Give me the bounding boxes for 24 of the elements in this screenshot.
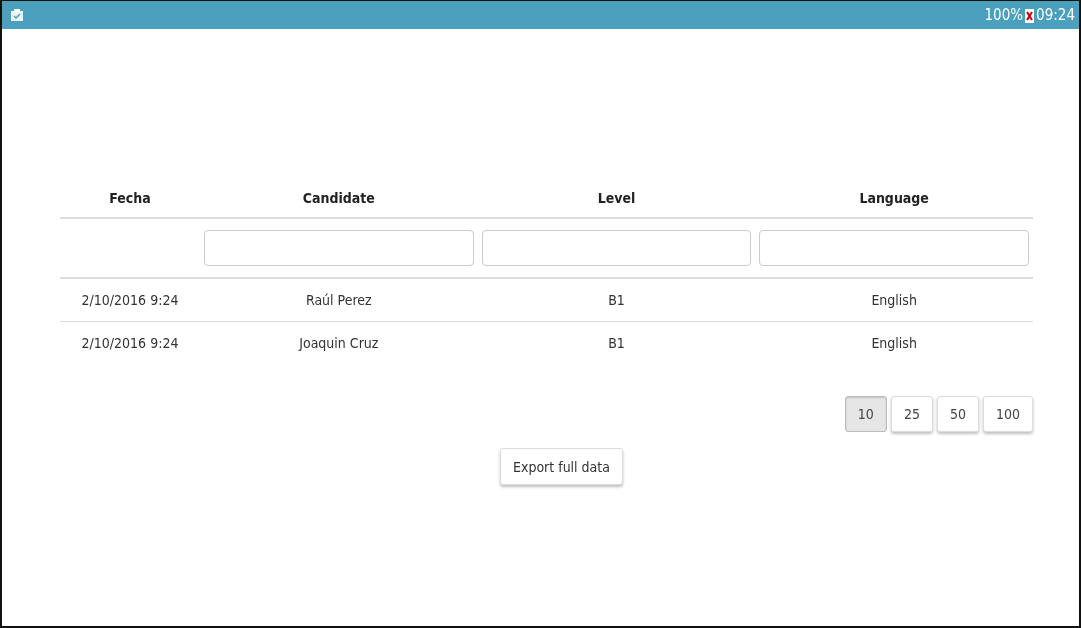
clipboard-icon xyxy=(10,8,24,22)
column-header[interactable]: Candidate xyxy=(200,179,478,219)
table-cell: B1 xyxy=(477,279,756,322)
table-cell: English xyxy=(755,279,1033,322)
table-cell-text: English xyxy=(870,334,918,353)
table-cell: Raúl Perez xyxy=(200,279,478,322)
clock-time: 09:24 xyxy=(1036,6,1075,24)
table-cell-text: Joaquin Cruz xyxy=(297,334,380,353)
table-cell-text: B1 xyxy=(607,334,626,353)
filter-field[interactable] xyxy=(481,230,752,266)
battery-icon xyxy=(1025,7,1035,23)
column-header[interactable]: Level xyxy=(477,179,756,219)
column-header[interactable]: Fecha xyxy=(60,179,200,219)
page-size-button[interactable]: 25 xyxy=(890,396,933,432)
column-header[interactable]: Language xyxy=(755,179,1033,219)
page-size-button[interactable]: 100 xyxy=(982,396,1033,432)
export-button[interactable]: Export full data xyxy=(500,448,623,485)
battery-percent: 100% xyxy=(984,6,1024,24)
page-size-button[interactable]: 10 xyxy=(844,396,887,432)
filter-field[interactable] xyxy=(204,230,474,266)
table-cell-text: 2/10/2016 9:24 xyxy=(80,334,180,353)
table-cell: 2/10/2016 9:24 xyxy=(60,279,200,322)
page-size-button[interactable]: 50 xyxy=(936,396,979,432)
filter-field[interactable] xyxy=(759,230,1029,266)
